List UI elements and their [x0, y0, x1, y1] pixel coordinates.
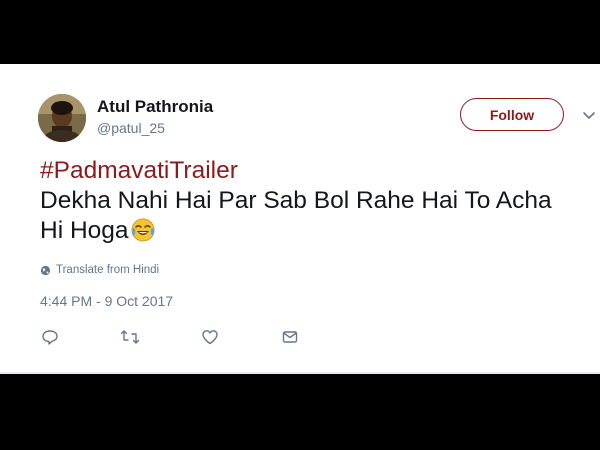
translate-link[interactable]: Translate from Hindi [40, 264, 159, 276]
tweet-body-line-1: Dekha Nahi Hai Par Sab Bol Rahe Hai To A… [40, 187, 552, 214]
reply-icon[interactable] [40, 327, 60, 347]
retweet-icon[interactable] [120, 327, 140, 347]
hashtag-link[interactable]: #PadmavatiTrailer [40, 156, 600, 186]
direct-message-icon[interactable] [280, 327, 300, 347]
follow-button[interactable]: Follow [460, 98, 564, 131]
user-handle[interactable]: @patul_25 [97, 118, 213, 138]
display-name[interactable]: Atul Pathronia [97, 97, 213, 117]
user-info: Atul Pathronia @patul_25 [97, 97, 213, 138]
tweet-card: Atul Pathronia @patul_25 Follow #Padmava… [0, 64, 600, 374]
avatar[interactable] [38, 94, 86, 142]
tweet-body-line-2: Hi Hoga [40, 216, 600, 251]
tweet-timestamp[interactable]: 4:44 PM - 9 Oct 2017 [40, 293, 173, 309]
chevron-down-icon[interactable] [582, 108, 596, 119]
tweet-actions [40, 327, 320, 347]
tears-of-joy-emoji-icon [130, 217, 156, 251]
globe-icon [40, 265, 51, 275]
card-divider [0, 372, 600, 374]
tweet-body-line-2-text: Hi Hoga [40, 217, 129, 244]
tweet-text: #PadmavatiTrailer Dekha Nahi Hai Par Sab… [40, 156, 600, 251]
screenshot-frame: Atul Pathronia @patul_25 Follow #Padmava… [0, 0, 600, 450]
translate-label[interactable]: Translate from Hindi [56, 264, 159, 276]
like-icon[interactable] [200, 327, 220, 347]
